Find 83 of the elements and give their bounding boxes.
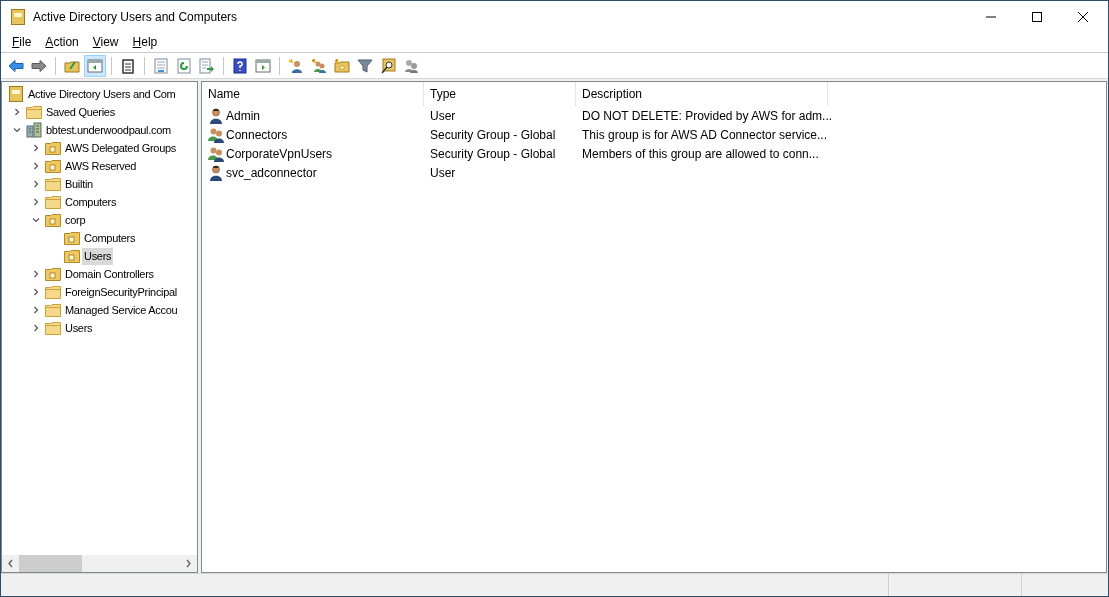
table-cell: Security Group - Global <box>430 127 556 142</box>
tree-item[interactable]: Users <box>82 247 114 265</box>
tree-item[interactable]: Active Directory Users and Com <box>26 85 178 103</box>
close-icon <box>1078 11 1088 22</box>
tree-item[interactable]: Users <box>63 319 95 337</box>
minimize-icon <box>986 16 996 17</box>
tree-item[interactable]: Builtin <box>63 175 95 193</box>
menu-item[interactable]: View <box>85 33 126 51</box>
table-cell: Members of this group are allowed to conn... <box>582 146 819 161</box>
user-icon <box>208 107 224 124</box>
table-cell: Security Group - Global <box>430 146 556 161</box>
tree-item[interactable]: AWS Delegated Groups <box>63 139 178 157</box>
list-item[interactable]: CorporateVpnUsers <box>226 144 333 163</box>
collapsed-chevron-icon[interactable] <box>32 288 40 296</box>
list-item[interactable]: Connectors <box>226 125 288 144</box>
app-icon <box>11 8 25 25</box>
column-header[interactable]: Name <box>202 82 424 106</box>
maximize-icon <box>1032 11 1042 22</box>
buildings-icon <box>26 122 42 138</box>
folder-icon <box>64 248 80 264</box>
folder-icon <box>45 284 61 300</box>
tree-item[interactable]: corp <box>63 211 88 229</box>
new-group-icon <box>311 57 327 74</box>
find-icon <box>380 57 396 74</box>
folder-icon <box>45 212 61 228</box>
group-icon <box>403 57 419 74</box>
table-cell: User <box>430 108 456 123</box>
collapsed-chevron-icon[interactable] <box>32 324 40 332</box>
menu-item[interactable]: Action <box>38 33 86 51</box>
refresh-icon <box>176 57 192 74</box>
window-title: Active Directory Users and Computers <box>33 8 238 26</box>
tree-item[interactable]: ForeignSecurityPrincipal <box>63 283 180 301</box>
clipboard-icon <box>120 57 136 74</box>
back-arrow-icon <box>8 57 24 74</box>
help-icon <box>232 57 248 74</box>
folder-icon <box>45 194 61 210</box>
scroll-thumb[interactable] <box>19 555 82 572</box>
list-item[interactable]: Admin <box>226 106 260 125</box>
tree-item[interactable]: Domain Controllers <box>63 265 156 283</box>
collapsed-chevron-icon[interactable] <box>32 306 40 314</box>
horizontal-scrollbar[interactable] <box>2 555 197 572</box>
tree-item[interactable]: Saved Queries <box>44 103 117 121</box>
folder-icon <box>64 230 80 246</box>
filter-icon <box>357 57 373 74</box>
table-cell: This group is for AWS AD Connector service... <box>582 127 827 142</box>
table-cell: User <box>430 165 456 180</box>
window-icon <box>153 57 169 74</box>
folder-icon <box>26 104 42 120</box>
folder-icon <box>45 158 61 174</box>
column-header[interactable]: Description <box>576 82 828 106</box>
export-icon <box>199 57 215 74</box>
column-header[interactable]: Type <box>424 82 576 106</box>
tree-item[interactable]: bbtest.underwoodpaul.com <box>44 121 173 139</box>
collapsed-chevron-icon[interactable] <box>32 162 40 170</box>
new-folder-icon <box>334 57 350 74</box>
table-cell: DO NOT DELETE: Provided by AWS for adm... <box>582 108 833 123</box>
menu-item[interactable]: Help <box>125 33 165 51</box>
folder-icon <box>45 266 61 282</box>
folder-icon <box>45 176 61 192</box>
list-item[interactable]: svc_adconnector <box>226 163 317 182</box>
folder-icon <box>45 140 61 156</box>
collapsed-chevron-icon[interactable] <box>32 144 40 152</box>
group-icon <box>208 145 224 162</box>
collapsed-chevron-icon[interactable] <box>32 180 40 188</box>
folder-icon <box>45 320 61 336</box>
tree-item[interactable]: Managed Service Accou <box>63 301 180 319</box>
collapsed-chevron-icon[interactable] <box>13 108 21 116</box>
user-icon <box>208 164 224 181</box>
pane-icon <box>255 57 271 74</box>
tree-item[interactable]: Computers <box>63 193 119 211</box>
tree-item[interactable]: Computers <box>82 229 138 247</box>
book-icon <box>8 86 24 102</box>
pane-icon <box>87 57 103 74</box>
collapsed-chevron-icon[interactable] <box>32 270 40 278</box>
menu-item[interactable]: File <box>5 33 39 51</box>
group-icon <box>208 126 224 143</box>
new-user-icon <box>288 57 304 74</box>
tree-item[interactable]: AWS Reserved <box>63 157 139 175</box>
expanded-chevron-icon[interactable] <box>32 216 40 224</box>
expanded-chevron-icon[interactable] <box>13 126 21 134</box>
collapsed-chevron-icon[interactable] <box>32 198 40 206</box>
folder-icon <box>45 302 61 318</box>
forward-arrow-icon <box>31 57 47 74</box>
